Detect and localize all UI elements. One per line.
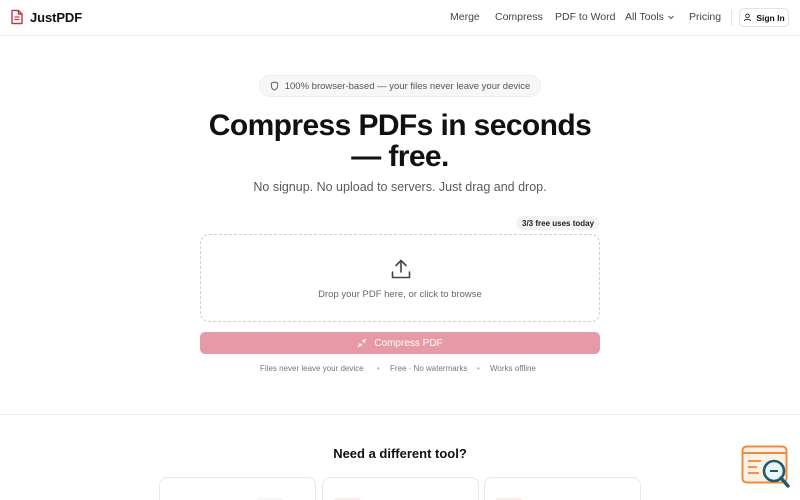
trust-item: Files never leave your device bbox=[260, 364, 364, 373]
nav-pdf-to-word[interactable]: PDF to Word bbox=[555, 11, 616, 23]
compress-pdf-label: Compress PDF bbox=[374, 337, 443, 349]
compress-arrows-icon bbox=[357, 338, 367, 348]
trust-item: Free · No watermarks bbox=[390, 364, 468, 373]
nav-pricing[interactable]: Pricing bbox=[689, 11, 721, 23]
section-divider bbox=[0, 414, 800, 415]
trust-row: Files never leave your device • Free · N… bbox=[200, 364, 600, 376]
user-icon bbox=[744, 13, 752, 22]
compress-pdf-button[interactable]: Compress PDF bbox=[200, 332, 600, 354]
shield-icon bbox=[270, 81, 278, 91]
upload-icon bbox=[391, 259, 411, 279]
nav-compress[interactable]: Compress bbox=[495, 11, 543, 23]
chevron-down-icon bbox=[668, 15, 674, 20]
free-uses-badge: 3/3 free uses today bbox=[516, 216, 601, 230]
page-title-line-2: — free. bbox=[351, 140, 449, 173]
dropzone-text: Drop your PDF here, or click to browse bbox=[318, 289, 482, 300]
privacy-pill-text: 100% browser-based — your files never le… bbox=[284, 80, 531, 92]
privacy-pill: 100% browser-based — your files never le… bbox=[259, 75, 541, 97]
nav-all-tools-label: All Tools bbox=[625, 11, 664, 23]
tools-section-title: Need a different tool? bbox=[333, 446, 467, 461]
page-title-line-1: Compress PDFs in seconds bbox=[208, 109, 592, 142]
page-title: Compress PDFs in seconds — free. bbox=[150, 110, 650, 172]
nav-divider bbox=[731, 10, 732, 26]
pdf-file-icon bbox=[11, 9, 23, 25]
nav-all-tools[interactable]: All Tools bbox=[625, 11, 675, 23]
trust-separator: • bbox=[477, 364, 480, 373]
trust-item: Works offline bbox=[490, 364, 536, 373]
tool-card[interactable] bbox=[484, 477, 641, 500]
pdf-dropzone[interactable]: Drop your PDF here, or click to browse bbox=[200, 234, 600, 322]
tool-card[interactable] bbox=[159, 477, 316, 500]
top-header: JustPDF Merge Compress PDF to Word All T… bbox=[0, 0, 800, 36]
brand[interactable]: JustPDF bbox=[10, 9, 82, 25]
help-chat-widget[interactable] bbox=[741, 445, 793, 491]
chat-search-icon bbox=[741, 445, 790, 488]
trust-separator: • bbox=[377, 364, 380, 373]
nav-merge[interactable]: Merge bbox=[450, 11, 480, 23]
tool-card[interactable] bbox=[322, 477, 479, 500]
sign-in-label: Sign In bbox=[756, 12, 785, 23]
sign-in-button[interactable]: Sign In bbox=[739, 8, 789, 27]
page-subtitle: No signup. No upload to servers. Just dr… bbox=[253, 180, 547, 194]
brand-name: JustPDF bbox=[30, 9, 83, 25]
